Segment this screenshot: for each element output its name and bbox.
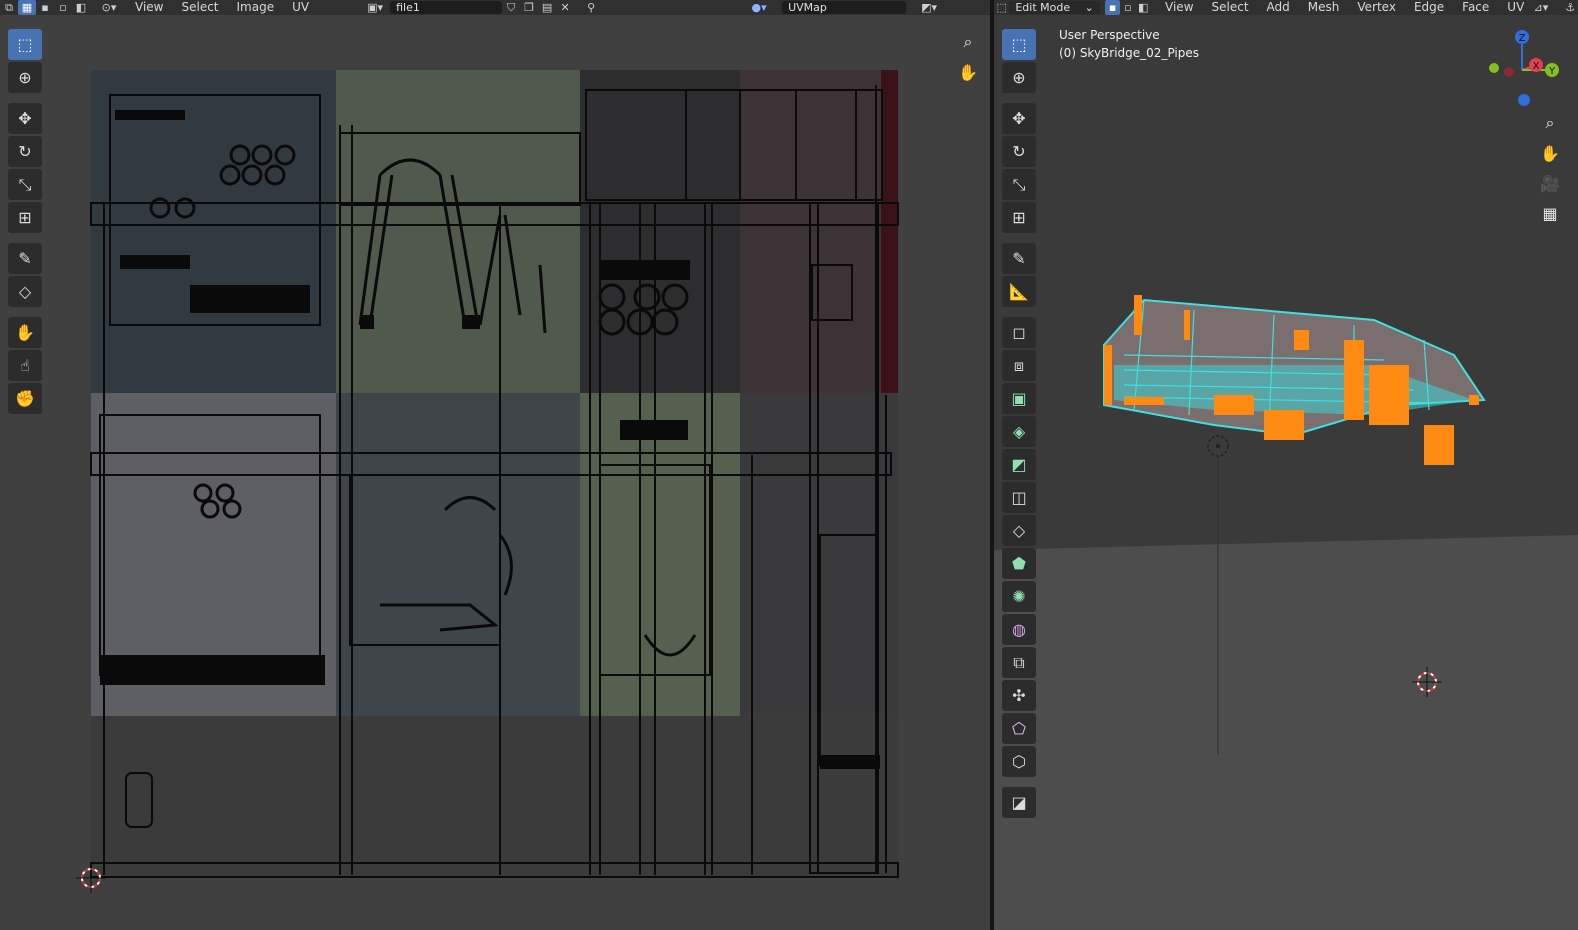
annotate-icon[interactable]: ✎ [1002, 243, 1036, 274]
rotate-icon[interactable]: ↻ [1002, 136, 1036, 167]
menu-mesh[interactable]: Mesh [1299, 0, 1349, 15]
poly-build-icon[interactable]: ⬟ [1002, 548, 1036, 579]
select-edge-icon[interactable]: ▫ [1120, 0, 1135, 15]
pin-icon[interactable]: ⚲ [582, 0, 600, 15]
move-icon[interactable]: ✥ [1002, 103, 1036, 134]
shear-icon[interactable]: ⬠ [1002, 713, 1036, 744]
new-image-icon[interactable]: ❐ [520, 0, 538, 15]
snap-icon[interactable]: ⚓ [1563, 0, 1578, 15]
open-image-icon[interactable]: ▤ [538, 0, 556, 15]
cursor-icon[interactable]: ⊕ [1002, 62, 1036, 93]
origin-marker [1207, 435, 1229, 457]
scale-icon[interactable]: ⤡ [1002, 169, 1036, 200]
gizmo-y-label: Y [1548, 66, 1556, 77]
knife-icon[interactable]: ◇ [1002, 515, 1036, 546]
sidebar-toggle-icon[interactable]: ◪ [1002, 787, 1036, 818]
spin-icon[interactable]: ✺ [1002, 581, 1036, 612]
uv-map-field[interactable]: UVMap [782, 1, 907, 14]
display-channels-icon[interactable]: ◩▾ [920, 0, 938, 15]
image-name-field[interactable]: file1 [390, 1, 503, 14]
smooth-icon[interactable]: ◍ [1002, 614, 1036, 645]
perspective-label: User Perspective [1059, 28, 1160, 42]
viewport-toolbar: ⬚ ⊕ ✥ ↻ ⤡ ⊞ ✎ 📐 ◻ ⧈ ▣ ◈ ◩ ◫ ◇ ⬟ ✺ ◍ ⧉ ✣ … [1000, 27, 1038, 820]
uv-editor-header: ⧉ ▦ ▪ ▫ ◧ ⊙▾ View Select Image UV ▣▾ fil… [0, 0, 990, 15]
select-edge-icon[interactable]: ▫ [54, 0, 72, 15]
menu-select[interactable]: Select [172, 0, 227, 15]
editor-type-icon[interactable]: ⬚ [994, 0, 1009, 15]
viewport-header: ⬚ Edit Mode ⌄ ▪ ▫ ◧ View Select Add Mesh… [994, 0, 1578, 15]
shrink-fatten-icon[interactable]: ✣ [1002, 680, 1036, 711]
extrude-icon[interactable]: ⧈ [1002, 350, 1036, 381]
select-box-icon[interactable]: ⬚ [1002, 29, 1036, 60]
menu-vertex[interactable]: Vertex [1348, 0, 1405, 15]
loop-cut-icon[interactable]: ◫ [1002, 482, 1036, 513]
transform-orientation-icon[interactable]: ⊿▾ [1533, 0, 1549, 15]
grid-icon[interactable]: ▦ [1537, 200, 1563, 226]
navigation-gizmo[interactable]: Z X Y [1482, 25, 1572, 115]
uv-sync-icon[interactable]: ▦ [18, 0, 36, 15]
hand-icon[interactable]: ✋ [1537, 140, 1563, 166]
uv-wireframe [90, 85, 899, 878]
3d-cursor[interactable] [1412, 667, 1442, 697]
select-vertex-icon[interactable]: ▪ [1104, 0, 1121, 15]
chevron-down-icon: ⌄ [1084, 1, 1094, 14]
add-cube-icon[interactable]: ◻ [1002, 317, 1036, 348]
fake-user-icon[interactable]: ⛉ [502, 0, 520, 15]
camera-icon[interactable]: 🎥 [1537, 170, 1563, 196]
transform-icon[interactable]: ⊞ [1002, 202, 1036, 233]
rip-region-icon[interactable]: ⬡ [1002, 746, 1036, 777]
menu-select[interactable]: Select [1203, 0, 1258, 15]
inset-icon[interactable]: ◈ [1002, 416, 1036, 447]
measure-icon[interactable]: 📐 [1002, 276, 1036, 307]
menu-uv[interactable]: UV [283, 0, 318, 15]
menu-face[interactable]: Face [1453, 0, 1498, 15]
select-face-icon[interactable]: ◧ [1136, 0, 1151, 15]
uv-layer-icon: ●▾ [751, 1, 767, 14]
select-face-icon[interactable]: ◧ [72, 0, 90, 15]
image-browse-icon[interactable]: ▣▾ [366, 0, 384, 15]
mode-dropdown[interactable]: Edit Mode ⌄ [1009, 1, 1100, 14]
menu-uv[interactable]: UV [1498, 0, 1533, 15]
editor-type-icon[interactable]: ⧉ [0, 0, 18, 15]
zoom-icon[interactable]: ⌕ [1537, 110, 1563, 136]
pivot-icon[interactable]: ⊙▾ [100, 0, 118, 15]
menu-add[interactable]: Add [1258, 0, 1299, 15]
gizmo-z-label: Z [1519, 33, 1526, 44]
uv-editor-canvas[interactable]: ⬚ ⊕ ✥ ↻ ⤡ ⊞ ✎ ◇ ✋ ☝ ✊ ⌕ ✋ [0, 15, 990, 930]
mode-label: Edit Mode [1015, 1, 1071, 14]
edge-slide-icon[interactable]: ⧉ [1002, 647, 1036, 678]
uv-2d-cursor[interactable] [76, 863, 106, 893]
menu-edge[interactable]: Edge [1405, 0, 1453, 15]
menu-view[interactable]: View [1156, 0, 1202, 15]
object-label: (0) SkyBridge_02_Pipes [1059, 46, 1199, 60]
menu-view[interactable]: View [126, 0, 172, 15]
menu-image[interactable]: Image [228, 0, 284, 15]
gizmo-x-label: X [1533, 61, 1540, 72]
select-vertex-icon[interactable]: ▪ [36, 0, 54, 15]
extrude-region-icon[interactable]: ▣ [1002, 383, 1036, 414]
mesh-object[interactable] [1094, 285, 1494, 485]
viewport-canvas[interactable]: User Perspective (0) SkyBridge_02_Pipes … [994, 15, 1578, 930]
close-icon[interactable]: ✕ [556, 0, 574, 15]
bevel-icon[interactable]: ◩ [1002, 449, 1036, 480]
